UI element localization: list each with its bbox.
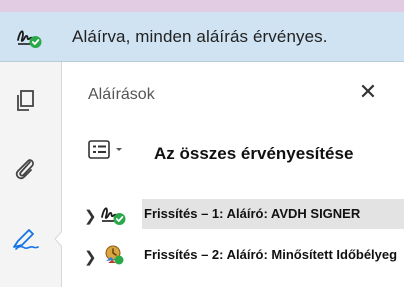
signature-valid-icon	[100, 202, 126, 226]
close-panel-button[interactable]: ✕	[354, 78, 382, 106]
options-menu-button[interactable]	[88, 138, 130, 167]
signatures-panel-button[interactable]	[10, 226, 40, 256]
signature-status-message: Aláírva, minden aláírás érvényes.	[72, 27, 328, 46]
validate-all-button[interactable]: Az összes érvényesítése	[154, 144, 404, 164]
signatures-panel: Aláírások ✕ Az összes érvényesítése ❯ Fr…	[62, 62, 404, 287]
signature-row-1[interactable]: ❯ Frissítés – 1: Aláíró: AVDH SIGNER	[62, 199, 404, 229]
attachment-icon	[13, 156, 37, 187]
window-top-band	[0, 0, 404, 12]
signature-label: Frissítés – 1: Aláíró: AVDH SIGNER	[144, 206, 361, 221]
options-menu-icon	[88, 138, 130, 167]
pages-icon	[14, 89, 36, 118]
attachments-button[interactable]	[10, 156, 40, 186]
signature-valid-icon	[16, 25, 42, 49]
panel-title: Aláírások	[88, 86, 155, 103]
expand-chevron-icon[interactable]: ❯	[84, 207, 97, 225]
signature-panel-icon	[11, 227, 39, 256]
close-icon: ✕	[358, 79, 378, 104]
page-thumbnails-button[interactable]	[10, 88, 40, 118]
signature-row-2[interactable]: ❯ Frissítés – 2: Aláíró: Minősített Időb…	[62, 240, 404, 270]
left-tool-sidebar	[0, 62, 64, 287]
signature-status-banner: Aláírva, minden aláírás érvényes.	[0, 12, 404, 62]
timestamp-signature-icon	[100, 243, 126, 267]
signature-label: Frissítés – 2: Aláíró: Minősített Időbél…	[144, 247, 398, 262]
expand-chevron-icon[interactable]: ❯	[84, 248, 97, 266]
